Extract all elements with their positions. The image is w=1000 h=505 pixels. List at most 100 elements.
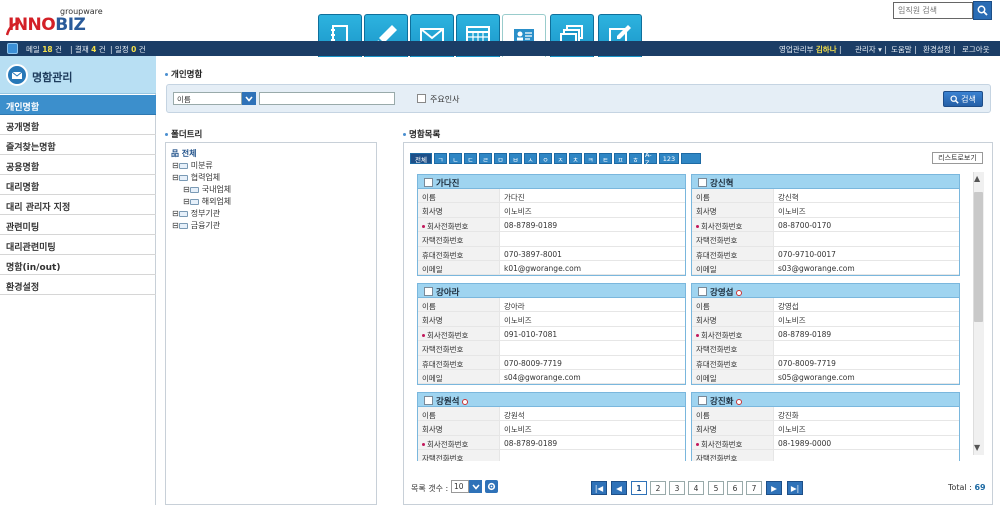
logo[interactable]: INNOBIZ: [8, 15, 86, 35]
scroll-up-icon[interactable]: ▲: [974, 174, 980, 183]
page-button[interactable]: 2: [650, 481, 666, 495]
field-label: 이름: [418, 407, 500, 421]
search-field-select[interactable]: 이름: [173, 92, 242, 105]
namecard[interactable]: 가다진 이름 가다진 회사명 이노비즈 회사전화번호 08-8789-0189 자택전…: [417, 174, 686, 276]
prev-page-button[interactable]: ◀: [611, 481, 627, 495]
tree-node-government[interactable]: ⊟ 정부기관: [172, 208, 220, 219]
card-checkbox[interactable]: [424, 178, 433, 187]
alpha-filter-num[interactable]: [681, 153, 701, 164]
alpha-filter[interactable]: ㅇ: [539, 153, 552, 164]
alpha-filter[interactable]: ㅌ: [599, 153, 612, 164]
key-person-checkbox[interactable]: [417, 94, 426, 103]
approval-count-link[interactable]: | 결재 4 건: [70, 44, 106, 55]
tree-node-unclassified[interactable]: ⊟ 미분류: [172, 160, 213, 171]
tree-node-domestic[interactable]: ⊟ 국내업체: [183, 184, 231, 195]
card-checkbox[interactable]: [424, 287, 433, 296]
card-checkbox[interactable]: [698, 287, 707, 296]
tree-node-partners[interactable]: ⊟ 협력업체: [172, 172, 220, 183]
schedule-count-link[interactable]: | 일정 0 건: [110, 44, 146, 55]
mail-count-link[interactable]: 메일 18 건: [26, 44, 62, 55]
namecard[interactable]: 강영섭 이름 강영섭 회사명 이노비즈 회사전화번호 08-8789-0189 자택전…: [691, 283, 960, 385]
settings-link[interactable]: 환경설정 |: [923, 44, 956, 55]
field-value: 이노비즈: [504, 207, 532, 217]
page-button[interactable]: 6: [727, 481, 743, 495]
field-label: 휴대전화번호: [418, 355, 500, 369]
scroll-down-icon[interactable]: ▼: [974, 443, 980, 452]
tree-node-finance[interactable]: ⊟ 금융기관: [172, 220, 220, 231]
list-view-button[interactable]: 리스트로보기: [932, 152, 983, 164]
chevron-down-icon[interactable]: [469, 480, 482, 493]
alpha-filter[interactable]: ㅋ: [584, 153, 597, 164]
first-page-button[interactable]: |◀: [591, 481, 607, 495]
sidebar-item-proxy-meetings[interactable]: 대리관련미팅: [0, 235, 156, 255]
alpha-filter[interactable]: ㅎ: [629, 153, 642, 164]
card-checkbox[interactable]: [698, 178, 707, 187]
namecard[interactable]: 강신혁 이름 강신혁 회사명 이노비즈 회사전화번호 08-8700-0170 자택전…: [691, 174, 960, 276]
card-checkbox[interactable]: [698, 396, 707, 405]
sidebar-item-settings[interactable]: 환경설정: [0, 275, 156, 295]
last-page-button[interactable]: ▶|: [787, 481, 803, 495]
sidebar-item-favorite-cards[interactable]: 즐겨찾는명함: [0, 135, 156, 155]
field-label: 회사전화번호: [692, 326, 774, 341]
scrollbar-thumb[interactable]: [974, 192, 983, 322]
field-value: 08-8789-0189: [504, 220, 558, 230]
page-button[interactable]: 1: [631, 481, 647, 495]
filter-input[interactable]: [259, 92, 395, 105]
field-value: 070-8009-7719: [778, 358, 836, 368]
card-list-title: 명함목록: [403, 128, 440, 140]
refresh-icon[interactable]: [7, 43, 18, 54]
alpha-filter[interactable]: ㄱ: [434, 153, 447, 164]
sidebar-item-proxy-admin[interactable]: 대리 관리자 지정: [0, 195, 156, 215]
sidebar-item-personal-cards[interactable]: 개인명함: [0, 95, 156, 115]
alpha-filter[interactable]: ㄴ: [449, 153, 462, 164]
card-checkbox[interactable]: [424, 396, 433, 405]
search-button[interactable]: [973, 1, 992, 20]
tree-node-overseas[interactable]: ⊟ 해외업체: [183, 196, 231, 207]
namecard[interactable]: 강아라 이름 강아라 회사명 이노비즈 회사전화번호 091-010-7081 자택전…: [417, 283, 686, 385]
page-button[interactable]: 7: [746, 481, 762, 495]
alpha-filter[interactable]: ㅂ: [509, 153, 522, 164]
logo-text-blue: BIZ: [55, 15, 86, 35]
field-label: 자택전화번호: [418, 450, 500, 461]
alpha-filter[interactable]: ㄹ: [479, 153, 492, 164]
alpha-filter[interactable]: ㅅ: [524, 153, 537, 164]
alpha-filter[interactable]: ㅁ: [494, 153, 507, 164]
next-page-button[interactable]: ▶: [766, 481, 782, 495]
field-value: 08-1989-0000: [778, 438, 832, 448]
alpha-filter[interactable]: ㄷ: [464, 153, 477, 164]
field-value: 070-3897-8001: [504, 249, 562, 259]
employee-search-input[interactable]: [893, 2, 973, 19]
page-button[interactable]: 4: [688, 481, 704, 495]
page-size-select[interactable]: 10: [451, 480, 469, 493]
sidebar-item-card-io[interactable]: 명함(in/out): [0, 255, 156, 275]
alpha-filter[interactable]: ㅊ: [569, 153, 582, 164]
tree-node-all[interactable]: 品 전체: [171, 148, 197, 159]
page-button[interactable]: 3: [669, 481, 685, 495]
field-label: 회사명: [692, 421, 774, 435]
total-count: Total : 69: [948, 483, 986, 492]
admin-menu[interactable]: 관리자 ▾ |: [855, 44, 887, 55]
alpha-filter-all[interactable]: 전체: [410, 153, 432, 164]
page-button[interactable]: 5: [708, 481, 724, 495]
field-value: s04@gworange.com: [504, 372, 581, 382]
alpha-filter[interactable]: ㅈ: [554, 153, 567, 164]
help-link[interactable]: 도움말 |: [891, 44, 917, 55]
alpha-filter-az[interactable]: 123: [659, 153, 679, 164]
tree-node-label: 협력업체: [190, 173, 221, 182]
namecard[interactable]: 강진화 이름 강진화 회사명 이노비즈 회사전화번호 08-1989-0000 자택전…: [691, 392, 960, 461]
gear-icon[interactable]: [485, 480, 498, 493]
chevron-down-icon[interactable]: [242, 92, 256, 105]
card-title: 강신혁: [710, 179, 734, 189]
sidebar-item-proxy-cards[interactable]: 대리명함: [0, 175, 156, 195]
field-value: [774, 232, 778, 245]
alpha-filter[interactable]: ㅍ: [614, 153, 627, 164]
namecard[interactable]: 강원석 이름 강원석 회사명 이노비즈 회사전화번호 08-8789-0189 자택전…: [417, 392, 686, 461]
folder-icon: [178, 174, 188, 181]
filter-search-button[interactable]: 검색: [943, 91, 983, 107]
alpha-filter[interactable]: A-Z: [644, 151, 657, 167]
logout-link[interactable]: 로그아웃: [962, 44, 990, 55]
field-label: 자택전화번호: [692, 232, 774, 246]
sidebar-item-public-cards[interactable]: 공개명함: [0, 115, 156, 135]
sidebar-item-related-meetings[interactable]: 관련미팅: [0, 215, 156, 235]
sidebar-item-shared-cards[interactable]: 공용명함: [0, 155, 156, 175]
